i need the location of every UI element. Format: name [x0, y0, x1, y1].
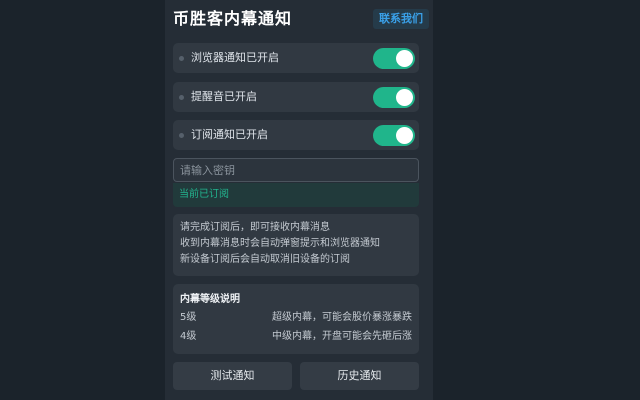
- level-desc: 中级内幕，开盘可能会先砸后涨: [272, 331, 412, 342]
- level-title: 内幕等级说明: [180, 294, 240, 305]
- browser-notification-toggle[interactable]: [373, 48, 415, 69]
- info-box: 请完成订阅后，即可接收内幕消息 收到内幕消息时会自动弹窗提示和浏览器通知 新设备…: [173, 214, 419, 276]
- setting-label: 浏览器通知已开启: [191, 51, 279, 64]
- level-label: 5级: [180, 312, 197, 323]
- subscription-notification-toggle[interactable]: [373, 125, 415, 146]
- notification-panel: 币胜客内幕通知 联系我们 浏览器通知已开启 提醒音已开启 订阅通知已开启 当前已…: [165, 0, 433, 400]
- level-description-box: 内幕等级说明 5级 超级内幕，可能会股价暴涨暴跌 4级 中级内幕，开盘可能会先砸…: [173, 284, 419, 354]
- page-title: 币胜客内幕通知: [173, 9, 293, 28]
- toggle-knob: [396, 127, 413, 144]
- reminder-sound-toggle[interactable]: [373, 87, 415, 108]
- info-line: 新设备订阅后会自动取消旧设备的订阅: [180, 254, 350, 265]
- level-desc: 超级内幕，可能会股价暴涨暴跌: [272, 312, 412, 323]
- setting-row-reminder-sound: 提醒音已开启: [173, 82, 419, 112]
- test-notification-button[interactable]: 测试通知: [173, 362, 292, 390]
- toggle-knob: [396, 50, 413, 67]
- contact-us-button[interactable]: 联系我们: [373, 9, 429, 29]
- level-row: 5级 超级内幕，可能会股价暴涨暴跌: [180, 308, 412, 327]
- info-line: 请完成订阅后，即可接收内幕消息: [180, 222, 330, 233]
- setting-row-subscription-notification: 订阅通知已开启: [173, 120, 419, 150]
- setting-label: 订阅通知已开启: [191, 128, 268, 141]
- history-notification-button[interactable]: 历史通知: [300, 362, 419, 390]
- setting-row-browser-notification: 浏览器通知已开启: [173, 43, 419, 73]
- toggle-knob: [396, 89, 413, 106]
- level-label: 4级: [180, 331, 197, 342]
- info-line: 收到内幕消息时会自动弹窗提示和浏览器通知: [180, 238, 380, 249]
- bullet-dot-icon: [179, 95, 184, 100]
- setting-label: 提醒音已开启: [191, 90, 257, 103]
- key-input[interactable]: [173, 158, 419, 182]
- header: 币胜客内幕通知 联系我们: [173, 8, 429, 32]
- bullet-dot-icon: [179, 133, 184, 138]
- subscription-status: 当前已订阅: [173, 183, 419, 207]
- level-row: 4级 中级内幕，开盘可能会先砸后涨: [180, 327, 412, 346]
- bullet-dot-icon: [179, 56, 184, 61]
